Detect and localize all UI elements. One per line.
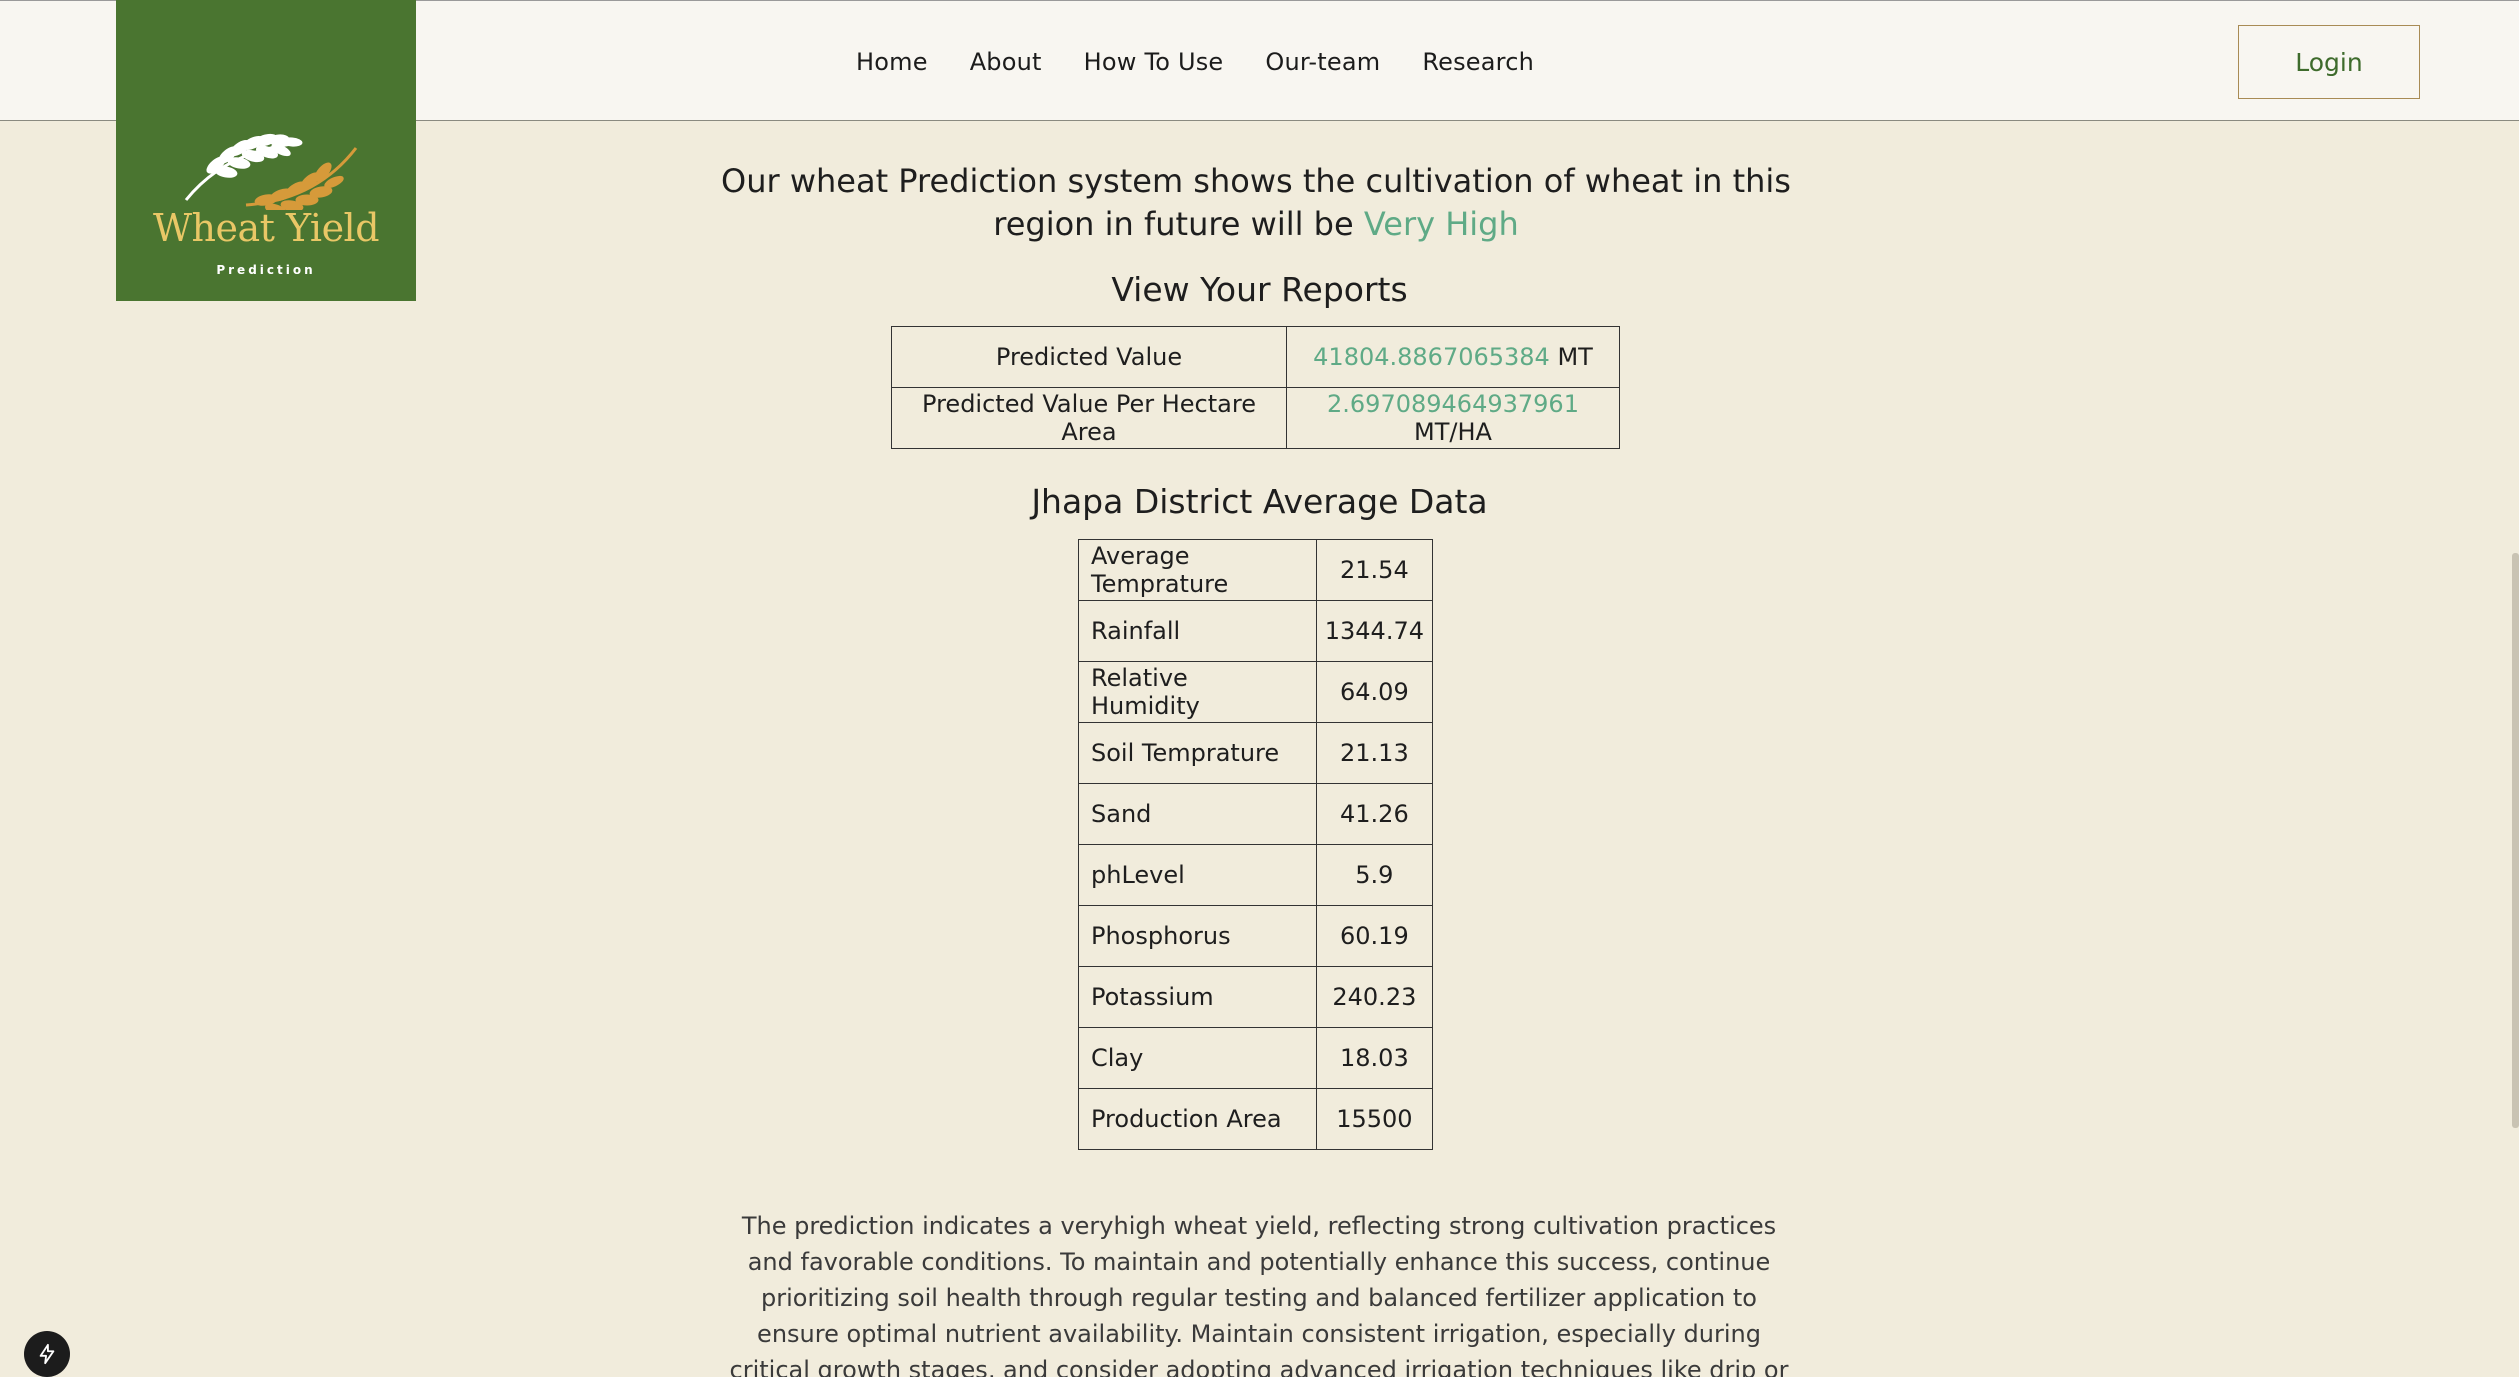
table-row: Phosphorus 60.19 [1078, 905, 1434, 967]
report-label: Predicted Value [891, 326, 1287, 388]
table-row: Average Temprature 21.54 [1078, 539, 1434, 601]
district-table: Average Temprature 21.54 Rainfall 1344.74 … [1078, 539, 1434, 1150]
table-row: Relative Humidity 64.09 [1078, 661, 1434, 723]
table-row: Rainfall 1344.74 [1078, 600, 1434, 662]
site-logo[interactable]: Wheat Yield Prediction [116, 0, 416, 301]
report-label: Predicted Value Per Hectare Area [891, 387, 1287, 449]
district-label: Potassium [1078, 966, 1317, 1028]
reports-title: View Your Reports [1111, 270, 1408, 309]
main-nav: Home About How To Use Our-team Research [856, 46, 1534, 78]
district-title: Jhapa District Average Data [1031, 482, 1488, 521]
nav-about[interactable]: About [970, 48, 1042, 76]
report-table: Predicted Value 41804.8867065384 MT Pred… [891, 326, 1620, 449]
report-unit: MT/HA [1414, 418, 1492, 446]
district-value: 15500 [1315, 1088, 1434, 1150]
table-row: Predicted Value 41804.8867065384 MT [891, 326, 1620, 388]
district-value: 41.26 [1315, 783, 1434, 845]
district-value: 21.54 [1315, 539, 1434, 601]
table-row: phLevel 5.9 [1078, 844, 1434, 906]
report-unit: MT [1549, 343, 1593, 371]
login-button[interactable]: Login [2238, 25, 2420, 99]
district-value: 1344.74 [1315, 600, 1434, 662]
report-value-cell: 41804.8867065384 MT [1286, 326, 1620, 388]
bolt-icon [39, 1343, 55, 1365]
logo-title: Wheat Yield [152, 206, 380, 250]
report-value-cell: 2.697089464937961 MT/HA [1286, 387, 1620, 449]
scrollbar-thumb[interactable] [2512, 553, 2519, 1128]
prediction-level: Very High [1363, 205, 1519, 243]
headline-line-1: Our wheat Prediction system shows the cu… [721, 162, 1791, 200]
prediction-headline: Our wheat Prediction system shows the cu… [700, 160, 1812, 246]
nav-how-to-use[interactable]: How To Use [1084, 48, 1224, 76]
table-row: Sand 41.26 [1078, 783, 1434, 845]
nav-research[interactable]: Research [1422, 48, 1534, 76]
wheat-icon [184, 133, 358, 210]
nav-our-team[interactable]: Our-team [1265, 48, 1380, 76]
report-value: 41804.8867065384 [1313, 343, 1550, 371]
district-label: Relative Humidity [1078, 661, 1317, 723]
report-value: 2.697089464937961 [1327, 390, 1579, 418]
table-row: Clay 18.03 [1078, 1027, 1434, 1089]
district-label: Production Area [1078, 1088, 1317, 1150]
district-label: Sand [1078, 783, 1317, 845]
district-value: 240.23 [1315, 966, 1434, 1028]
district-value: 5.9 [1315, 844, 1434, 906]
headline-line-2: region in future will be [993, 205, 1364, 243]
district-value: 64.09 [1315, 661, 1434, 723]
district-value: 60.19 [1315, 905, 1434, 967]
table-row: Potassium 240.23 [1078, 966, 1434, 1028]
district-label: phLevel [1078, 844, 1317, 906]
table-row: Production Area 15500 [1078, 1088, 1434, 1150]
bolt-button[interactable] [24, 1331, 70, 1377]
district-label: Phosphorus [1078, 905, 1317, 967]
district-label: Rainfall [1078, 600, 1317, 662]
table-row: Soil Temprature 21.13 [1078, 722, 1434, 784]
table-row: Predicted Value Per Hectare Area 2.69708… [891, 387, 1620, 449]
district-value: 21.13 [1315, 722, 1434, 784]
district-value: 18.03 [1315, 1027, 1434, 1089]
nav-home[interactable]: Home [856, 48, 928, 76]
recommendation-text: The prediction indicates a veryhigh whea… [729, 1212, 1789, 1377]
district-label: Clay [1078, 1027, 1317, 1089]
district-label: Soil Temprature [1078, 722, 1317, 784]
district-label: Average Temprature [1078, 539, 1317, 601]
